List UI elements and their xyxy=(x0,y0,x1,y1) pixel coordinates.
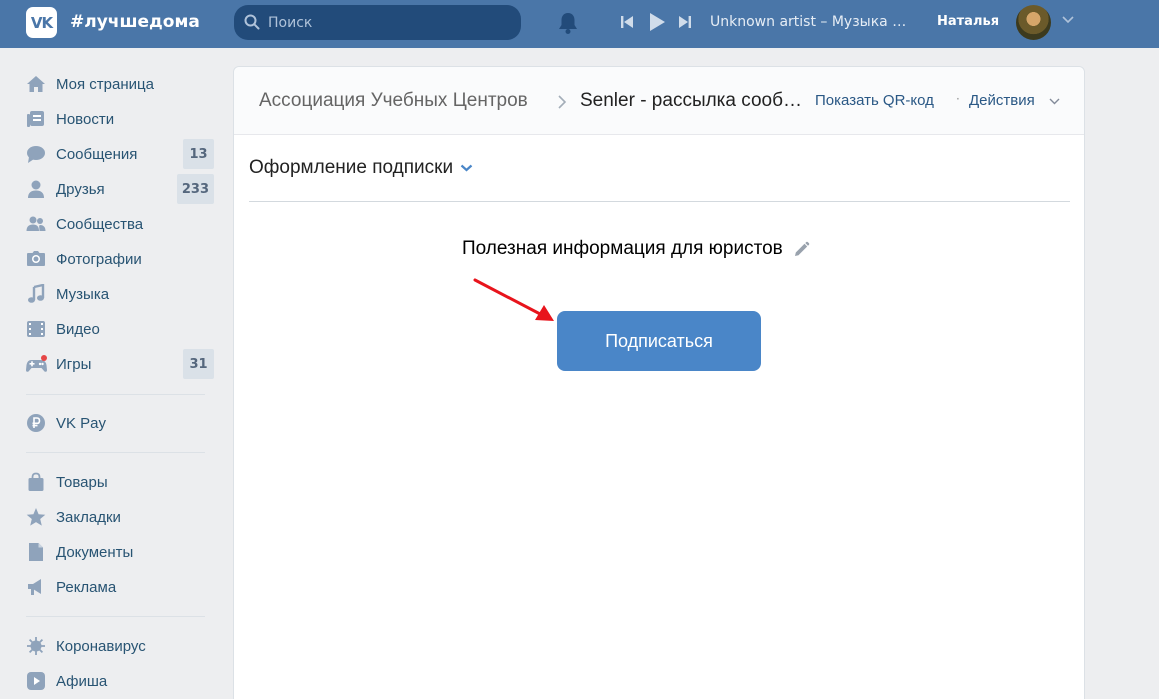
sidebar-item-goods[interactable]: Товары xyxy=(18,467,216,497)
search-box[interactable] xyxy=(234,5,521,40)
megaphone-icon xyxy=(28,579,41,595)
communities-icon xyxy=(26,216,46,231)
sidebar-item-ads[interactable]: Реклама xyxy=(18,572,216,602)
sidebar-divider xyxy=(26,452,205,453)
sidebar-item-music[interactable]: Музыка xyxy=(18,279,216,309)
widget-title: Полезная информация для юристов xyxy=(462,238,810,260)
games-counter: 31 xyxy=(183,349,214,379)
show-qr-code-link[interactable]: Показать QR-код xyxy=(815,92,934,109)
breadcrumb: Ассоциация Учебных Центров Senler - расс… xyxy=(234,67,1084,135)
sidebar-item-coronavirus[interactable]: Коронавирус xyxy=(18,631,216,661)
subscription-design-dropdown[interactable]: Оформление подписки xyxy=(249,157,473,179)
user-name[interactable]: Наталья xyxy=(937,14,999,29)
chevron-right-icon xyxy=(558,95,567,109)
bell-icon[interactable] xyxy=(557,11,579,35)
sidebar-item-friends[interactable]: Друзья 233 xyxy=(18,174,216,204)
separator-dot: · xyxy=(956,92,960,106)
sidebar-item-afisha[interactable]: Афиша xyxy=(18,666,216,696)
camera-icon xyxy=(27,251,45,266)
search-icon xyxy=(244,14,260,30)
hashtag-label[interactable]: #лучшедома xyxy=(70,12,200,32)
sidebar-divider xyxy=(26,394,205,395)
section-divider xyxy=(249,201,1070,202)
main-panel: Ассоциация Учебных Центров Senler - расс… xyxy=(233,66,1085,699)
sidebar-item-photos[interactable]: Фотографии xyxy=(18,244,216,274)
sidebar-item-news[interactable]: Новости xyxy=(18,104,216,134)
virus-icon xyxy=(27,637,45,655)
play-square-icon xyxy=(27,672,45,690)
sidebar-divider xyxy=(26,616,205,617)
home-icon xyxy=(27,76,45,92)
top-bar: VK #лучшедома Unknown artist – Музыка Ин… xyxy=(0,0,1159,48)
sidebar-item-my-page[interactable]: Моя страница xyxy=(18,69,216,99)
sidebar-item-video[interactable]: Видео xyxy=(18,314,216,344)
current-track[interactable]: Unknown artist – Музыка Интро xyxy=(710,14,910,30)
document-icon xyxy=(29,543,43,561)
messages-icon xyxy=(27,146,45,163)
chevron-down-icon[interactable] xyxy=(1049,98,1060,105)
actions-menu[interactable]: Действия xyxy=(969,92,1035,109)
section-title: Оформление подписки xyxy=(249,157,454,178)
star-icon xyxy=(26,508,46,526)
shopping-bag-icon xyxy=(28,472,44,491)
chevron-down-icon xyxy=(460,164,473,172)
avatar[interactable] xyxy=(1016,5,1051,40)
subscribe-button[interactable]: Подписаться xyxy=(557,311,761,371)
sidebar-item-documents[interactable]: Документы xyxy=(18,537,216,567)
music-note-icon xyxy=(28,284,45,303)
previous-track-icon[interactable] xyxy=(620,14,634,30)
vk-logo[interactable]: VK xyxy=(26,7,57,38)
ruble-coin-icon xyxy=(27,414,45,432)
sidebar-item-communities[interactable]: Сообщества xyxy=(18,209,216,239)
sidebar-item-games[interactable]: Игры 31 xyxy=(18,349,216,379)
annotation-arrow-icon xyxy=(473,278,554,321)
film-icon xyxy=(27,321,45,337)
sidebar-item-bookmarks[interactable]: Закладки xyxy=(18,502,216,532)
sidebar-item-messages[interactable]: Сообщения 13 xyxy=(18,139,216,169)
play-icon[interactable] xyxy=(648,12,666,32)
chevron-down-icon[interactable] xyxy=(1062,16,1074,24)
pencil-icon[interactable] xyxy=(793,241,810,258)
friends-counter: 233 xyxy=(176,174,214,204)
gamepad-icon xyxy=(26,355,47,372)
breadcrumb-app: Senler - рассылка сообщений xyxy=(580,90,805,111)
breadcrumb-community[interactable]: Ассоциация Учебных Центров xyxy=(259,90,528,112)
messages-counter: 13 xyxy=(183,139,214,169)
widget-title-text: Полезная информация для юристов xyxy=(462,238,783,259)
search-input[interactable] xyxy=(268,5,508,40)
sidebar-item-vk-pay[interactable]: VK Pay xyxy=(18,408,216,438)
next-track-icon[interactable] xyxy=(678,14,692,30)
news-icon xyxy=(27,111,44,127)
friends-icon xyxy=(28,180,44,198)
